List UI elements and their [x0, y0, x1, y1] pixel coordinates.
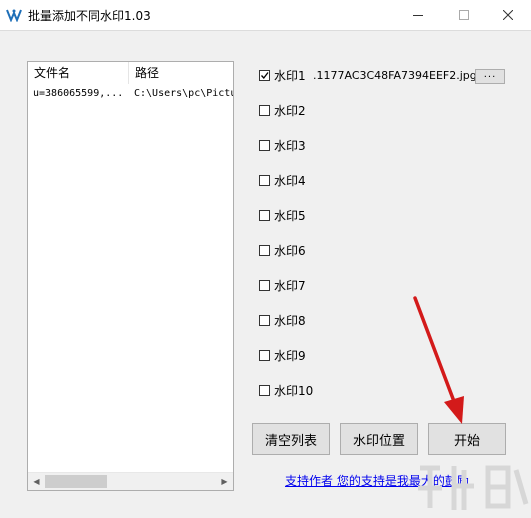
watermark-label: 水印4 — [274, 173, 306, 188]
browse-button[interactable]: ... — [475, 69, 505, 84]
watermark-option-8[interactable]: 水印8 — [259, 312, 306, 328]
watermark-checkbox[interactable] — [259, 139, 270, 151]
support-author-link[interactable]: 支持作者 您的支持是我最大的鼓励 — [285, 472, 469, 489]
app-logo-icon — [6, 8, 22, 23]
red-arrow-annotation — [413, 296, 464, 424]
watermark-option-1[interactable]: 水印1 — [259, 67, 306, 83]
watermark-option-6[interactable]: 水印6 — [259, 242, 306, 258]
watermark-label: 水印2 — [274, 103, 306, 118]
watermark-checkbox[interactable] — [259, 104, 270, 116]
watermark-label: 水印5 — [274, 208, 306, 223]
maximize-button[interactable] — [441, 0, 487, 30]
watermark-option-10[interactable]: 水印10 — [259, 382, 313, 398]
watermark-label: 水印10 — [274, 383, 314, 398]
column-header-path[interactable]: 路径 — [129, 62, 233, 84]
watermark-checkbox[interactable] — [259, 244, 270, 256]
watermark-checkbox[interactable] — [259, 384, 270, 396]
watermark-label: 水印1 — [274, 68, 306, 83]
scroll-left-icon[interactable]: ◀ — [28, 473, 45, 490]
close-icon — [503, 10, 513, 20]
table-cell-path: C:\Users\pc\Pictu — [134, 88, 234, 99]
table-cell-filename: u=386065599,... — [33, 88, 124, 99]
watermark-option-4[interactable]: 水印4 — [259, 172, 306, 188]
watermark-label: 水印8 — [274, 313, 306, 328]
watermark-checkbox[interactable] — [259, 174, 270, 186]
watermark-option-5[interactable]: 水印5 — [259, 207, 306, 223]
minimize-button[interactable] — [395, 0, 441, 30]
watermark-label: 水印6 — [274, 243, 306, 258]
watermark-label: 水印3 — [274, 138, 306, 153]
watermark-checkbox[interactable] — [259, 279, 270, 291]
watermark-label: 水印7 — [274, 278, 306, 293]
watermark-checkbox[interactable] — [259, 349, 270, 361]
watermark-label: 水印9 — [274, 348, 306, 363]
watermark-option-7[interactable]: 水印7 — [259, 277, 306, 293]
watermark-option-9[interactable]: 水印9 — [259, 347, 306, 363]
minimize-icon — [413, 15, 423, 16]
clear-list-button[interactable]: 清空列表 — [252, 423, 330, 455]
checkmark-icon — [261, 71, 269, 79]
watermark-checkbox[interactable] — [259, 314, 270, 326]
maximize-icon — [459, 10, 469, 20]
watermark-option-2[interactable]: 水印2 — [259, 102, 306, 118]
horizontal-scrollbar[interactable]: ◀ ▶ — [28, 472, 233, 490]
watermark-1-filename: .1177AC3C48FA7394EEF2.jpg — [313, 69, 477, 82]
scrollbar-thumb[interactable] — [45, 475, 107, 488]
watermark-option-3[interactable]: 水印3 — [259, 137, 306, 153]
title-bar: 批量添加不同水印1.03 — [0, 0, 531, 31]
watermark-checkbox[interactable] — [259, 209, 270, 221]
scroll-right-icon[interactable]: ▶ — [216, 473, 233, 490]
file-list-table[interactable]: 文件名 路径 u=386065599,... C:\Users\pc\Pictu… — [27, 61, 234, 491]
column-header-filename[interactable]: 文件名 — [28, 62, 129, 84]
window-title: 批量添加不同水印1.03 — [28, 9, 151, 23]
watermark-checkbox[interactable] — [259, 69, 270, 81]
close-button[interactable] — [485, 0, 531, 30]
